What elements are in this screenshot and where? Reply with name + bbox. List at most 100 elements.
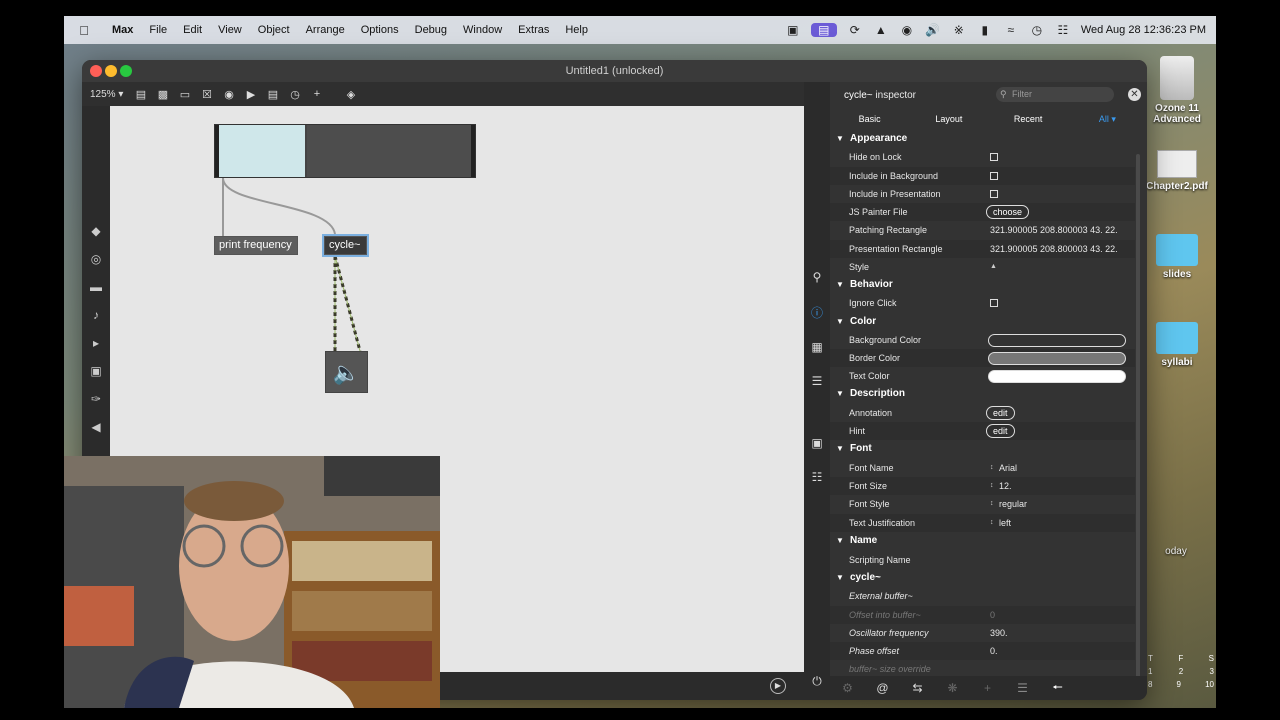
- hide-on-lock-checkbox[interactable]: [990, 153, 998, 161]
- choose-button[interactable]: choose: [986, 205, 1030, 219]
- text-color-swatch[interactable]: [988, 370, 1126, 383]
- paint-icon[interactable]: ◈: [340, 88, 362, 101]
- browser-icon[interactable]: ▬: [82, 280, 110, 294]
- presentation-rect-value[interactable]: 321.900005 208.800003 43. 22.: [990, 240, 1118, 258]
- menu-icon[interactable]: ☰: [1005, 681, 1040, 695]
- section-appearance[interactable]: ▼ Appearance: [830, 130, 1135, 148]
- plug-icon[interactable]: ◀: [82, 420, 110, 434]
- battery-icon[interactable]: ▮: [977, 23, 993, 37]
- list-icon[interactable]: ☰: [804, 374, 830, 388]
- media-icon[interactable]: ▸: [82, 336, 110, 350]
- cycle-object[interactable]: cycle~: [322, 234, 369, 257]
- dial-icon[interactable]: ◷: [284, 88, 306, 101]
- search-icon[interactable]: ⚲: [804, 270, 830, 284]
- close-window-button[interactable]: [90, 65, 102, 77]
- controller-icon[interactable]: ◉: [899, 23, 915, 37]
- stepper-icon[interactable]: ↕: [990, 495, 994, 513]
- apple-icon[interactable]: : [64, 23, 104, 38]
- image-icon[interactable]: ▣: [82, 364, 110, 378]
- cord-to-cycle[interactable]: [222, 177, 336, 235]
- hint-edit-button[interactable]: edit: [986, 424, 1015, 438]
- phase-offset-value[interactable]: 0.: [990, 642, 998, 660]
- zoom-select[interactable]: 125% ▾: [82, 89, 124, 100]
- control-center-icon[interactable]: ☷: [1055, 23, 1071, 37]
- font-name-value[interactable]: Arial: [999, 459, 1017, 477]
- desktop-item-ozone[interactable]: Ozone 11 Advanced: [1142, 56, 1212, 125]
- close-icon[interactable]: ✕: [1128, 88, 1141, 101]
- mixer-icon[interactable]: ☷: [804, 470, 830, 484]
- desktop-item-chapter2[interactable]: Chapter2.pdf: [1142, 150, 1212, 192]
- menu-clock[interactable]: Wed Aug 28 12:36:23 PM: [1081, 24, 1206, 36]
- include-bg-checkbox[interactable]: [990, 172, 998, 180]
- menu-options[interactable]: Options: [353, 24, 407, 36]
- border-color-swatch[interactable]: [988, 352, 1126, 365]
- tab-layout[interactable]: Layout: [909, 114, 988, 124]
- section-cycle[interactable]: ▼ cycle~: [830, 569, 1135, 587]
- desktop-item-slides[interactable]: slides: [1142, 234, 1212, 280]
- packages-icon[interactable]: ◆: [82, 224, 110, 238]
- screen-record-icon[interactable]: ▤: [810, 23, 837, 37]
- menu-view[interactable]: View: [210, 24, 250, 36]
- annotation-edit-button[interactable]: edit: [986, 406, 1015, 420]
- include-pres-checkbox[interactable]: [990, 190, 998, 198]
- sync-icon[interactable]: ⟳: [847, 23, 863, 37]
- power-icon[interactable]: ⏻: [804, 674, 830, 689]
- tab-all[interactable]: All ▾: [1068, 114, 1147, 125]
- stepper-icon[interactable]: ↕: [990, 459, 994, 477]
- wifi-icon[interactable]: ≈: [1003, 23, 1019, 37]
- section-name[interactable]: ▼ Name: [830, 532, 1135, 550]
- slider-icon[interactable]: ▤: [262, 88, 284, 101]
- stepper-icon[interactable]: ▲: [990, 258, 997, 276]
- menu-file[interactable]: File: [141, 24, 175, 36]
- stepper-icon[interactable]: ↕: [990, 477, 994, 495]
- toggle-icon[interactable]: ☒: [196, 88, 218, 101]
- clock-icon[interactable]: ◷: [1029, 23, 1045, 37]
- desktop-item-syllabi[interactable]: syllabi: [1142, 322, 1212, 368]
- gear-icon[interactable]: ⚙: [830, 681, 865, 695]
- menu-object[interactable]: Object: [250, 24, 298, 36]
- target-icon[interactable]: ◎: [82, 252, 110, 266]
- inspector-scrollbar[interactable]: [1136, 154, 1140, 684]
- button-icon[interactable]: ◉: [218, 88, 240, 101]
- menu-debug[interactable]: Debug: [407, 24, 455, 36]
- zoom-window-button[interactable]: [120, 65, 132, 77]
- ezdac-speaker-icon[interactable]: 🔈: [325, 351, 368, 393]
- attach-icon[interactable]: ✑: [82, 392, 110, 406]
- swap-icon[interactable]: ⇆: [900, 681, 935, 695]
- play-icon[interactable]: ▶: [770, 678, 786, 694]
- row-external-buffer[interactable]: External buffer~: [830, 587, 1135, 605]
- section-description[interactable]: ▼ Description: [830, 385, 1135, 403]
- music-note-icon[interactable]: ♪: [82, 308, 110, 322]
- back-arrow-icon[interactable]: 🠔: [1040, 678, 1075, 699]
- add-object-icon[interactable]: +: [306, 88, 328, 100]
- at-icon[interactable]: @: [865, 681, 900, 695]
- background-color-swatch[interactable]: [988, 334, 1126, 347]
- minimize-window-button[interactable]: [105, 65, 117, 77]
- message-box-icon[interactable]: ▩: [152, 88, 174, 101]
- section-font[interactable]: ▼ Font: [830, 440, 1135, 458]
- patching-rect-value[interactable]: 321.900005 208.800003 43. 22.: [990, 221, 1118, 239]
- info-icon[interactable]: ⓘ: [804, 304, 830, 321]
- bluetooth-icon[interactable]: ※: [951, 23, 967, 37]
- menu-extras[interactable]: Extras: [510, 24, 557, 36]
- volume-icon[interactable]: 🔊: [925, 23, 941, 37]
- font-style-value[interactable]: regular: [999, 495, 1027, 513]
- menu-app[interactable]: Max: [104, 24, 141, 36]
- ignore-click-checkbox[interactable]: [990, 299, 998, 307]
- add-icon[interactable]: +: [970, 681, 1005, 695]
- filter-input[interactable]: ⚲ Filter: [996, 87, 1114, 102]
- tab-recent[interactable]: Recent: [989, 114, 1068, 124]
- comment-icon[interactable]: ▭: [174, 88, 196, 101]
- display-icon[interactable]: ▣: [785, 23, 801, 37]
- section-color[interactable]: ▼ Color: [830, 313, 1135, 331]
- app-a-icon[interactable]: ▲: [873, 23, 889, 37]
- menu-edit[interactable]: Edit: [175, 24, 210, 36]
- print-frequency-message[interactable]: print frequency: [214, 236, 298, 255]
- section-behavior[interactable]: ▼ Behavior: [830, 276, 1135, 294]
- number-box-icon[interactable]: ▶: [240, 88, 262, 101]
- font-size-value[interactable]: 12.: [999, 477, 1012, 495]
- text-justification-value[interactable]: left: [999, 514, 1011, 532]
- object-box-icon[interactable]: ▤: [130, 88, 152, 101]
- reference-icon[interactable]: ▦: [804, 340, 830, 354]
- menu-help[interactable]: Help: [557, 24, 596, 36]
